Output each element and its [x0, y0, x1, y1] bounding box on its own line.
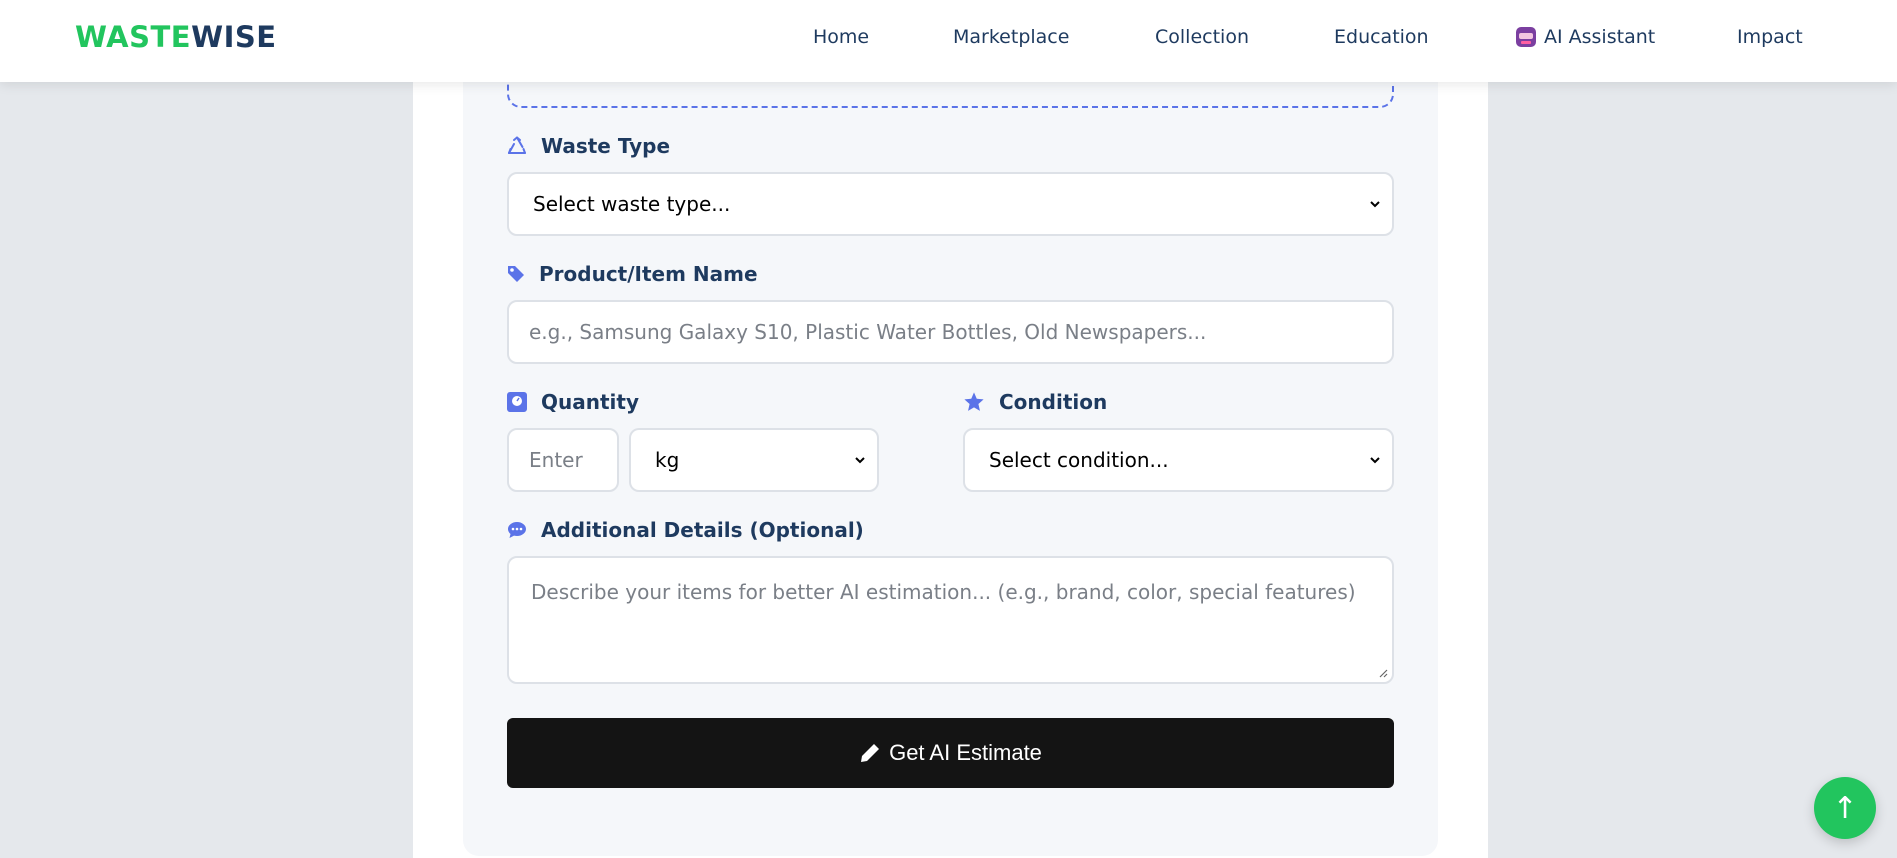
top-navbar: WASTEWISE Home Marketplace Collection Ed… — [0, 0, 1897, 82]
condition-label-text: Condition — [999, 390, 1108, 414]
nav-collection[interactable]: Collection — [1155, 26, 1249, 48]
pencil-icon — [861, 744, 880, 762]
brand-logo-waste: WASTE — [75, 20, 192, 54]
waste-type-selected-value: Select waste type... — [533, 192, 731, 216]
waste-type-label: Waste Type — [507, 134, 670, 158]
waste-type-select[interactable]: Select waste type... — [507, 172, 1394, 236]
chevron-down-icon — [855, 457, 865, 464]
weight-scale-icon — [507, 392, 527, 412]
nav-ai-assistant-label: AI Assistant — [1544, 26, 1656, 48]
product-name-placeholder: e.g., Samsung Galaxy S10, Plastic Water … — [529, 320, 1207, 344]
quantity-label-text: Quantity — [541, 390, 639, 414]
product-name-label-text: Product/Item Name — [539, 262, 758, 286]
waste-type-label-text: Waste Type — [541, 134, 671, 158]
arrow-up-icon: ↑ — [1832, 790, 1858, 826]
nav-impact[interactable]: Impact — [1737, 26, 1803, 48]
details-placeholder: Describe your items for better AI estima… — [531, 580, 1356, 604]
quantity-unit-select[interactable]: kg — [629, 428, 879, 492]
product-name-label: Product/Item Name — [507, 262, 758, 286]
star-icon — [964, 392, 984, 411]
condition-label: Condition — [963, 390, 1107, 414]
quantity-placeholder: Enter — [529, 448, 583, 472]
brand-logo-wise: WISE — [191, 20, 277, 54]
nav-education[interactable]: Education — [1334, 26, 1429, 48]
nav-ai-assistant[interactable]: AI Assistant — [1516, 26, 1655, 48]
comment-dots-icon — [508, 522, 526, 538]
condition-selected-value: Select condition... — [989, 448, 1169, 472]
get-ai-estimate-button[interactable]: Get AI Estimate — [507, 718, 1394, 788]
resize-handle-icon[interactable] — [1378, 668, 1388, 678]
nav-home[interactable]: Home — [813, 26, 869, 48]
details-label: Additional Details (Optional) — [507, 518, 864, 542]
quantity-unit-selected-value: kg — [655, 448, 680, 472]
details-label-text: Additional Details (Optional) — [541, 518, 864, 542]
details-textarea[interactable]: Describe your items for better AI estima… — [507, 556, 1394, 684]
get-ai-estimate-label: Get AI Estimate — [889, 740, 1042, 765]
product-name-input[interactable]: e.g., Samsung Galaxy S10, Plastic Water … — [507, 300, 1394, 364]
quantity-label: Quantity — [507, 390, 639, 414]
nav-marketplace[interactable]: Marketplace — [953, 26, 1069, 48]
robot-icon — [1516, 27, 1536, 47]
condition-select[interactable]: Select condition... — [963, 428, 1394, 492]
chevron-down-icon — [1370, 201, 1380, 208]
recycle-icon — [508, 136, 526, 154]
scroll-to-top-button[interactable]: ↑ — [1814, 777, 1876, 839]
chevron-down-icon — [1370, 457, 1380, 464]
brand-logo[interactable]: WASTEWISE — [75, 20, 277, 54]
tag-icon — [508, 266, 524, 282]
quantity-input[interactable]: Enter — [507, 428, 619, 492]
